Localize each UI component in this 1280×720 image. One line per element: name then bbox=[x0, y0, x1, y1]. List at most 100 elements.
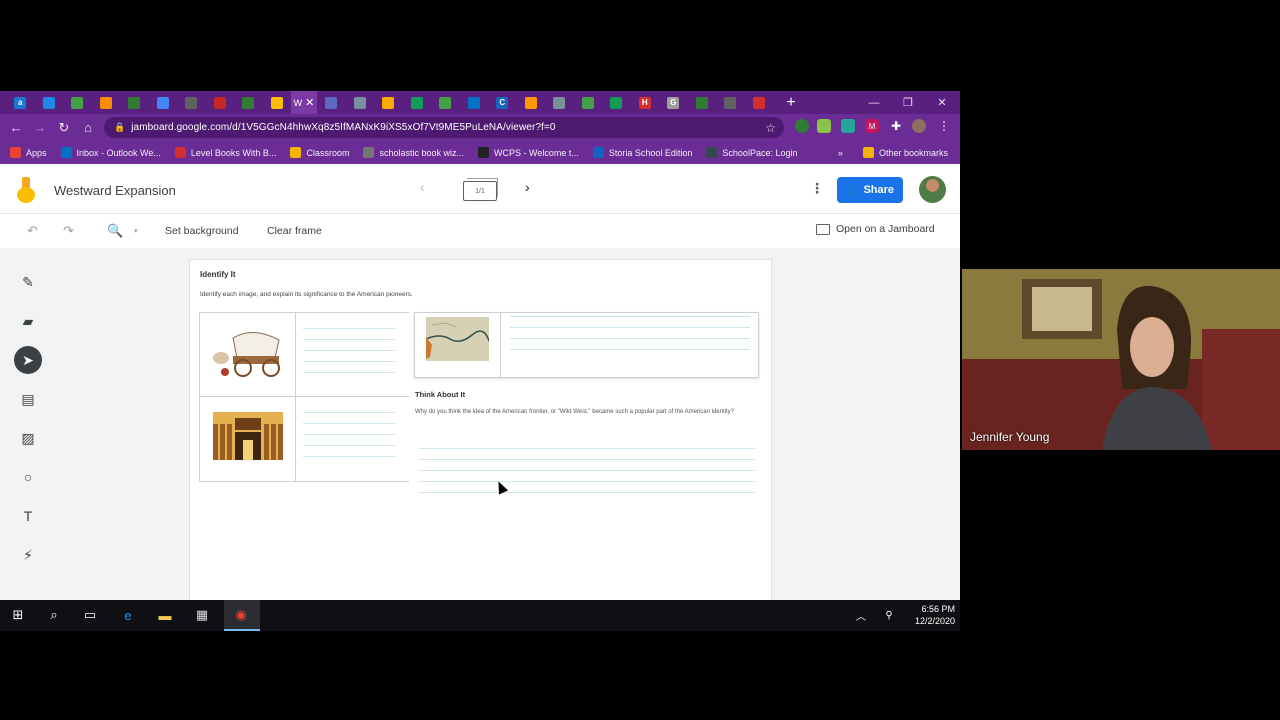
bookmark-item[interactable]: scholastic book wiz... bbox=[363, 147, 464, 158]
bookmark-item[interactable]: Inbox - Outlook We... bbox=[60, 147, 161, 158]
covered-wagon-image bbox=[213, 328, 283, 378]
other-bookmarks[interactable]: Other bookmarks bbox=[863, 147, 948, 158]
file-explorer-icon[interactable]: ▬ bbox=[156, 606, 174, 624]
browser-tab[interactable] bbox=[688, 91, 717, 114]
edge-icon[interactable]: e bbox=[119, 606, 137, 624]
windows-start-icon[interactable]: ⊞ bbox=[9, 606, 27, 624]
drive-icon bbox=[581, 96, 594, 109]
browser-tab[interactable]: G bbox=[659, 91, 688, 114]
browser-tab[interactable] bbox=[120, 91, 149, 114]
bookmark-item[interactable]: SchoolPace: Login bbox=[706, 147, 797, 158]
jam-title[interactable]: Westward Expansion bbox=[54, 183, 176, 198]
set-background-button[interactable]: Set background bbox=[165, 225, 239, 237]
previous-frame-icon[interactable]: ‹ bbox=[420, 179, 425, 195]
browser-tab[interactable] bbox=[403, 91, 432, 114]
frame-bar-button[interactable]: 1/1 bbox=[463, 178, 498, 201]
bookmarks-overflow[interactable]: » bbox=[838, 148, 843, 158]
reload-icon[interactable]: ↻ bbox=[52, 116, 76, 140]
home-icon[interactable]: ⌂ bbox=[76, 116, 100, 140]
laser-icon[interactable]: ⚡ bbox=[14, 541, 42, 569]
show-hidden-icons-icon[interactable]: ︿ bbox=[852, 606, 870, 624]
browser-tab[interactable] bbox=[716, 91, 745, 114]
browser-tab[interactable]: H bbox=[631, 91, 660, 114]
browser-tab[interactable] bbox=[460, 91, 489, 114]
chrome-icon[interactable]: ◉ bbox=[232, 606, 250, 624]
new-tab-button[interactable]: + bbox=[779, 94, 803, 112]
back-icon[interactable]: ← bbox=[4, 116, 28, 140]
participant-video[interactable]: Jennifer Young bbox=[962, 269, 1280, 450]
app-icon[interactable]: ▦ bbox=[193, 606, 211, 624]
answer-lines bbox=[510, 316, 750, 360]
close-window-icon[interactable]: ✕ bbox=[925, 91, 959, 114]
browser-tab[interactable]: a bbox=[6, 91, 35, 114]
browser-tab[interactable] bbox=[177, 91, 206, 114]
browser-tab[interactable] bbox=[63, 91, 92, 114]
browser-tab[interactable] bbox=[149, 91, 178, 114]
browser-tab[interactable] bbox=[206, 91, 235, 114]
zoom-dropdown-icon[interactable]: ▾ bbox=[134, 227, 138, 235]
bookmark-item[interactable]: WCPS - Welcome t... bbox=[478, 147, 579, 158]
account-avatar[interactable] bbox=[919, 176, 946, 203]
eraser-icon[interactable]: ▰ bbox=[14, 307, 42, 335]
profile-icon[interactable] bbox=[912, 119, 926, 133]
browser-tab[interactable] bbox=[35, 91, 64, 114]
browser-tab[interactable] bbox=[317, 91, 346, 114]
task-view-icon[interactable]: ▭ bbox=[81, 606, 99, 624]
participant-video-frame bbox=[962, 269, 1280, 450]
bookmark-item[interactable]: Level Books With B... bbox=[174, 147, 276, 158]
browser-tab[interactable] bbox=[545, 91, 574, 114]
tab-active[interactable]: W ✕ bbox=[291, 91, 317, 114]
a-icon: a bbox=[14, 96, 27, 109]
open-on-jamboard-button[interactable]: Open on a Jamboard bbox=[816, 223, 935, 235]
system-clock[interactable]: 6:56 PM 12/2/2020 bbox=[905, 603, 955, 627]
minimize-icon[interactable]: — bbox=[857, 91, 891, 114]
browser-tab[interactable] bbox=[263, 91, 292, 114]
share-button[interactable]: 👤 Share bbox=[837, 177, 903, 203]
more-options-icon[interactable]: ⋮ bbox=[810, 180, 824, 197]
pen-icon[interactable]: ✎ bbox=[14, 268, 42, 296]
browser-tab[interactable] bbox=[574, 91, 603, 114]
browser-tab[interactable] bbox=[745, 91, 774, 114]
folder-icon bbox=[863, 147, 874, 158]
text-box-icon[interactable]: T bbox=[14, 502, 42, 530]
network-icon[interactable]: ⚲ bbox=[880, 606, 898, 624]
undo-icon[interactable]: ↶ bbox=[27, 223, 38, 239]
forward-icon[interactable]: → bbox=[28, 116, 52, 140]
circle-icon[interactable]: ○ bbox=[14, 463, 42, 491]
menu-icon[interactable]: ⋮ bbox=[937, 119, 951, 133]
extension-icon[interactable]: M bbox=[865, 119, 879, 133]
select-icon[interactable]: ➤ bbox=[14, 346, 42, 374]
sticky-note-icon[interactable]: ▤ bbox=[14, 385, 42, 413]
browser-tab[interactable] bbox=[517, 91, 546, 114]
zoom-icon[interactable]: 🔍 bbox=[107, 223, 123, 239]
clock-date: 12/2/2020 bbox=[914, 616, 955, 626]
c-icon: C bbox=[496, 96, 509, 109]
bookmark-item[interactable]: Storia School Edition bbox=[592, 147, 692, 158]
clear-frame-button[interactable]: Clear frame bbox=[267, 225, 322, 237]
browser-tab[interactable] bbox=[431, 91, 460, 114]
puzzle-icon[interactable]: ✚ bbox=[889, 119, 903, 133]
bookmark-item[interactable]: Apps bbox=[10, 147, 47, 158]
image-icon[interactable]: ▨ bbox=[14, 424, 42, 452]
browser-tab[interactable] bbox=[346, 91, 375, 114]
bookmark-star-icon[interactable]: ☆ bbox=[765, 121, 776, 135]
jamboard-logo[interactable] bbox=[17, 177, 37, 203]
extension-icon[interactable] bbox=[841, 119, 855, 133]
extension-icon[interactable] bbox=[795, 119, 809, 133]
address-bar[interactable]: 🔒 jamboard.google.com/d/1V5GGcN4hhwXq8z5… bbox=[104, 117, 784, 138]
search-icon[interactable]: ⌕ bbox=[45, 606, 63, 624]
classroom-extension-icon[interactable] bbox=[817, 119, 831, 133]
bookmark-item[interactable]: Classroom bbox=[290, 147, 349, 158]
browser-tab[interactable] bbox=[92, 91, 121, 114]
restore-icon[interactable]: ❐ bbox=[891, 91, 925, 114]
other-bookmarks-label: Other bookmarks bbox=[879, 147, 949, 158]
tool-rail: ✎ ▰ ➤ ▤ ▨ ○ T ⚡ bbox=[0, 268, 56, 578]
next-frame-icon[interactable]: › bbox=[525, 179, 530, 195]
redo-icon[interactable]: ↷ bbox=[63, 223, 74, 239]
browser-tab[interactable]: C bbox=[488, 91, 517, 114]
jam-frame[interactable]: Identify It Identify each image, and exp… bbox=[190, 260, 771, 600]
close-tab-icon[interactable]: ✕ bbox=[302, 96, 314, 109]
browser-tab[interactable] bbox=[234, 91, 263, 114]
browser-tab[interactable] bbox=[602, 91, 631, 114]
browser-tab[interactable] bbox=[374, 91, 403, 114]
